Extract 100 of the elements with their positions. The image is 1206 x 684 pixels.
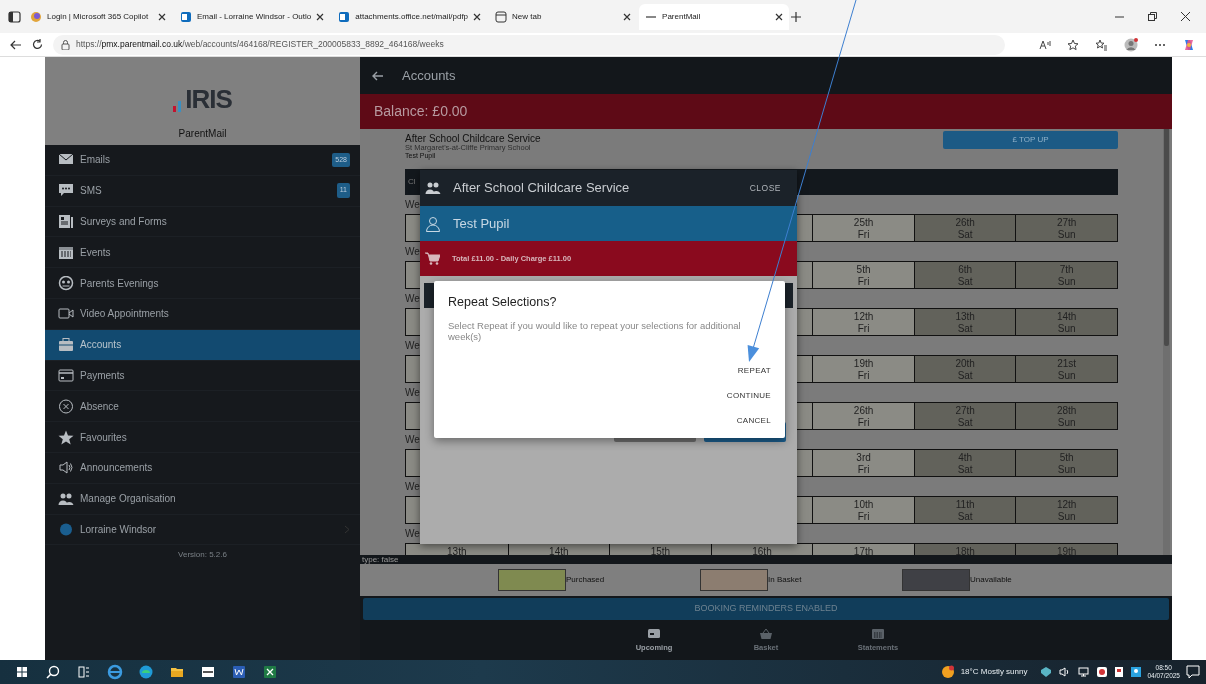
week-label: We <box>405 198 420 212</box>
close-icon[interactable] <box>623 12 632 21</box>
video-camera-icon <box>58 306 74 322</box>
logo-text: IRIS <box>185 86 232 112</box>
day-cell[interactable]: 13th <box>406 544 508 555</box>
day-cell[interactable]: 26th Fri <box>812 403 914 429</box>
back-arrow-icon[interactable] <box>372 70 384 81</box>
dialog-button[interactable]: CANCEL <box>728 408 779 434</box>
copilot-icon[interactable] <box>1182 37 1196 52</box>
service-title: After School Childcare Service <box>405 133 541 144</box>
dialog-button[interactable]: REPEAT <box>729 358 779 384</box>
edge-icon[interactable] <box>137 664 154 680</box>
weather-text[interactable]: 18°C Mostly sunny <box>960 666 1028 678</box>
browser-tab[interactable]: Email - Lorraine Windsor - Outlo <box>174 3 331 30</box>
day-cell[interactable]: 11th Sat <box>913 497 1016 523</box>
browser-tab[interactable]: New tab <box>489 3 638 30</box>
sidebar-item[interactable]: Absence <box>45 391 360 423</box>
day-cell[interactable]: 12th Fri <box>812 309 914 335</box>
device-icon[interactable] <box>1115 667 1124 677</box>
scrollbar[interactable] <box>1163 129 1170 555</box>
weather-icon[interactable] <box>940 665 955 679</box>
favicon-icon <box>180 10 192 23</box>
day-cell[interactable]: 14th <box>507 544 610 555</box>
shield-icon[interactable] <box>1041 667 1052 677</box>
chevron-icon <box>344 524 350 534</box>
day-cell[interactable]: 13th Sat <box>913 309 1016 335</box>
day-cell[interactable]: 5th Fri <box>812 262 914 288</box>
sidebar-item[interactable]: Video Appointments <box>45 299 360 330</box>
excel-icon[interactable] <box>261 664 278 680</box>
user-app-icon[interactable] <box>1131 667 1142 677</box>
day-cell[interactable]: 18th <box>913 544 1016 555</box>
sidebar-item[interactable]: Accounts <box>45 329 360 361</box>
network-icon[interactable] <box>1078 667 1090 677</box>
favicon-icon <box>30 10 42 23</box>
back-icon[interactable] <box>10 39 22 50</box>
sidebar-item[interactable]: Favourites <box>45 422 360 453</box>
profile-icon[interactable] <box>1124 37 1138 52</box>
day-cell[interactable]: 17th <box>812 544 914 555</box>
sidebar-item[interactable]: Parents Evenings <box>45 268 360 299</box>
day-cell[interactable]: 7th Sun <box>1015 262 1117 288</box>
week-label: We <box>405 292 420 306</box>
address-field[interactable]: https://pmx.parentmail.co.uk/web/accounts/464168/REGISTER_200005833_8892_464168/weeks <box>53 34 1005 55</box>
internet-explorer-icon[interactable] <box>106 664 123 680</box>
day-cell[interactable]: 20th Sat <box>913 356 1016 382</box>
favorites-icon[interactable] <box>1095 38 1108 51</box>
day-cell[interactable]: 19th <box>1015 544 1117 555</box>
close-icon[interactable] <box>158 12 166 21</box>
sidebar-item[interactable]: Announcements <box>45 452 360 484</box>
day-cell[interactable]: 10th Fri <box>812 497 914 523</box>
security-icon[interactable] <box>1097 667 1108 677</box>
sidebar-item[interactable]: Payments <box>45 360 360 392</box>
restore-icon[interactable] <box>1148 12 1157 21</box>
top-up-button[interactable]: £ TOP UP <box>943 131 1118 149</box>
day-cell[interactable]: 12th Sun <box>1015 497 1117 523</box>
close-icon[interactable] <box>473 12 482 21</box>
face-icon <box>58 275 74 291</box>
volume-icon[interactable] <box>1059 667 1071 677</box>
read-aloud-icon[interactable] <box>1039 39 1051 50</box>
close-icon[interactable] <box>1181 12 1190 21</box>
day-cell[interactable]: 26th Sat <box>913 215 1016 241</box>
task-view-icon[interactable] <box>75 664 92 680</box>
day-cell[interactable]: 16th <box>710 544 813 555</box>
people-icon <box>58 491 74 507</box>
app-name: ParentMail <box>178 127 227 141</box>
day-cell[interactable]: 27th Sun <box>1015 215 1117 241</box>
sidebar-item[interactable]: Manage Organisation <box>45 483 360 515</box>
new-tab-icon[interactable] <box>791 11 802 22</box>
day-cell[interactable]: 27th Sat <box>913 403 1016 429</box>
close-icon[interactable] <box>316 12 325 21</box>
day-cell[interactable]: 14th Sun <box>1015 309 1117 335</box>
person-icon <box>425 215 441 232</box>
day-cell[interactable]: 3rd Fri <box>812 450 914 476</box>
browser-tab[interactable]: Login | Microsoft 365 Copilot <box>24 3 172 30</box>
sidebar-item[interactable]: Surveys and Forms <box>45 206 360 238</box>
day-cell[interactable]: 6th Sat <box>913 262 1016 288</box>
notification-icon[interactable] <box>1186 665 1200 679</box>
close-icon[interactable] <box>775 12 784 21</box>
app-tile-icon[interactable] <box>199 664 216 680</box>
user-item[interactable]: Lorraine Windsor <box>45 514 360 546</box>
browser-tab[interactable]: attachments.office.net/mail/pdfp <box>332 3 488 30</box>
tab-actions-icon[interactable] <box>8 10 22 23</box>
week-label: We <box>405 433 420 447</box>
dialog-button[interactable]: CONTINUE <box>718 383 779 409</box>
sidebar-item[interactable]: Events <box>45 237 360 269</box>
day-cell[interactable]: 21st Sun <box>1015 356 1117 382</box>
card-icon <box>58 367 74 383</box>
search-icon[interactable] <box>44 664 61 680</box>
legend-label: In Basket <box>768 574 802 586</box>
day-cell[interactable]: 19th Fri <box>812 356 914 382</box>
day-cell[interactable]: 4th Sat <box>913 450 1016 476</box>
day-cell[interactable]: 25th Fri <box>812 215 914 241</box>
more-icon[interactable] <box>1154 42 1166 47</box>
favorite-star-icon[interactable] <box>1067 38 1079 51</box>
refresh-icon[interactable] <box>32 39 43 50</box>
close-button[interactable]: CLOSE <box>743 180 787 196</box>
browser-tab[interactable]: ParentMail <box>639 3 790 30</box>
day-cell[interactable]: 15th <box>609 544 711 555</box>
day-cell[interactable]: 5th Sun <box>1015 450 1117 476</box>
day-cell[interactable]: 28th Sun <box>1015 403 1117 429</box>
word-icon[interactable] <box>230 664 247 680</box>
